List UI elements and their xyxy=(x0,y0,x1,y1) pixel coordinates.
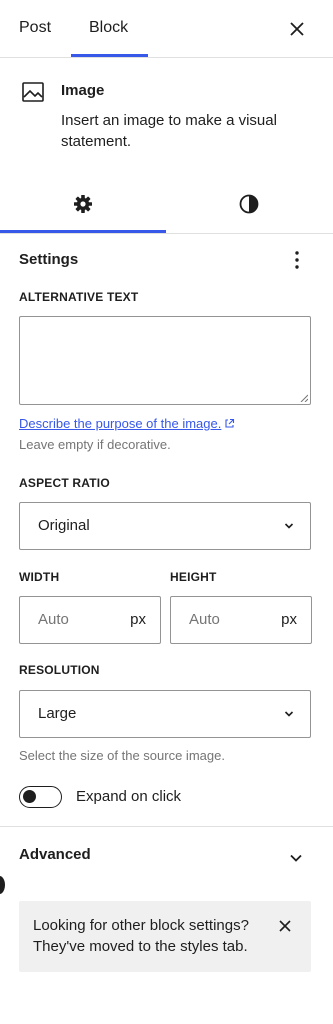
alt-text-help-link[interactable]: Describe the purpose of the image. xyxy=(19,415,235,433)
dismiss-notice-button[interactable] xyxy=(278,919,292,933)
more-vertical-icon xyxy=(295,251,299,269)
chevron-down-icon xyxy=(290,854,302,862)
external-link-icon xyxy=(225,418,235,428)
advanced-toggle-button[interactable] xyxy=(289,850,303,862)
chevron-down-icon xyxy=(284,523,294,529)
resize-handle[interactable] xyxy=(0,876,5,894)
expand-on-click-toggle[interactable] xyxy=(19,786,62,808)
aspect-ratio-value: Original xyxy=(38,517,90,534)
width-unit: px xyxy=(130,611,146,628)
sidebar-header-tabs: Post Block xyxy=(0,0,333,58)
close-sidebar-button[interactable] xyxy=(286,18,308,40)
expand-on-click-label[interactable]: Expand on click xyxy=(76,787,181,807)
alt-text-label: ALTERNATIVE TEXT xyxy=(19,290,139,304)
alt-text-help-link-label: Describe the purpose of the image. xyxy=(19,416,222,431)
active-inspector-tab-indicator xyxy=(0,230,166,233)
inspector-tabs xyxy=(0,176,333,234)
notice-text: Looking for other block settings? They'v… xyxy=(33,917,249,955)
settings-options-button[interactable] xyxy=(287,249,307,271)
block-description: Insert an image to make a visual stateme… xyxy=(61,112,277,150)
section-divider xyxy=(0,826,333,827)
width-label: WIDTH xyxy=(19,570,60,584)
alt-text-input[interactable] xyxy=(19,316,311,405)
styles-moved-notice: Looking for other block settings? They'v… xyxy=(19,901,311,972)
resolution-help-text: Select the size of the source image. xyxy=(19,748,225,763)
advanced-panel-title[interactable]: Advanced xyxy=(19,845,91,865)
resolution-select[interactable]: Large xyxy=(19,690,311,738)
close-icon xyxy=(290,22,304,36)
tab-post[interactable]: Post xyxy=(19,18,51,38)
height-unit: px xyxy=(281,611,297,628)
alt-text-help-text: Leave empty if decorative. xyxy=(19,437,171,452)
height-input[interactable]: Auto px xyxy=(170,596,312,644)
tab-settings[interactable] xyxy=(0,176,166,232)
resize-grip-icon[interactable] xyxy=(300,394,308,402)
toggle-knob xyxy=(23,790,36,803)
settings-panel-title: Settings xyxy=(19,251,79,268)
image-icon xyxy=(21,80,45,104)
height-label: HEIGHT xyxy=(170,570,217,584)
block-title: Image xyxy=(61,82,105,99)
resolution-value: Large xyxy=(38,705,77,722)
gear-icon xyxy=(74,195,92,213)
close-icon xyxy=(279,920,291,932)
width-input[interactable]: Auto px xyxy=(19,596,161,644)
height-placeholder: Auto xyxy=(189,611,220,628)
contrast-icon xyxy=(239,194,259,214)
aspect-ratio-select[interactable]: Original xyxy=(19,502,311,550)
tab-styles[interactable] xyxy=(166,176,332,232)
resolution-label: RESOLUTION xyxy=(19,663,100,677)
active-tab-indicator xyxy=(71,54,148,57)
aspect-ratio-label: ASPECT RATIO xyxy=(19,476,110,490)
chevron-down-icon xyxy=(284,711,294,717)
tab-block[interactable]: Block xyxy=(89,18,128,38)
width-placeholder: Auto xyxy=(38,611,69,628)
